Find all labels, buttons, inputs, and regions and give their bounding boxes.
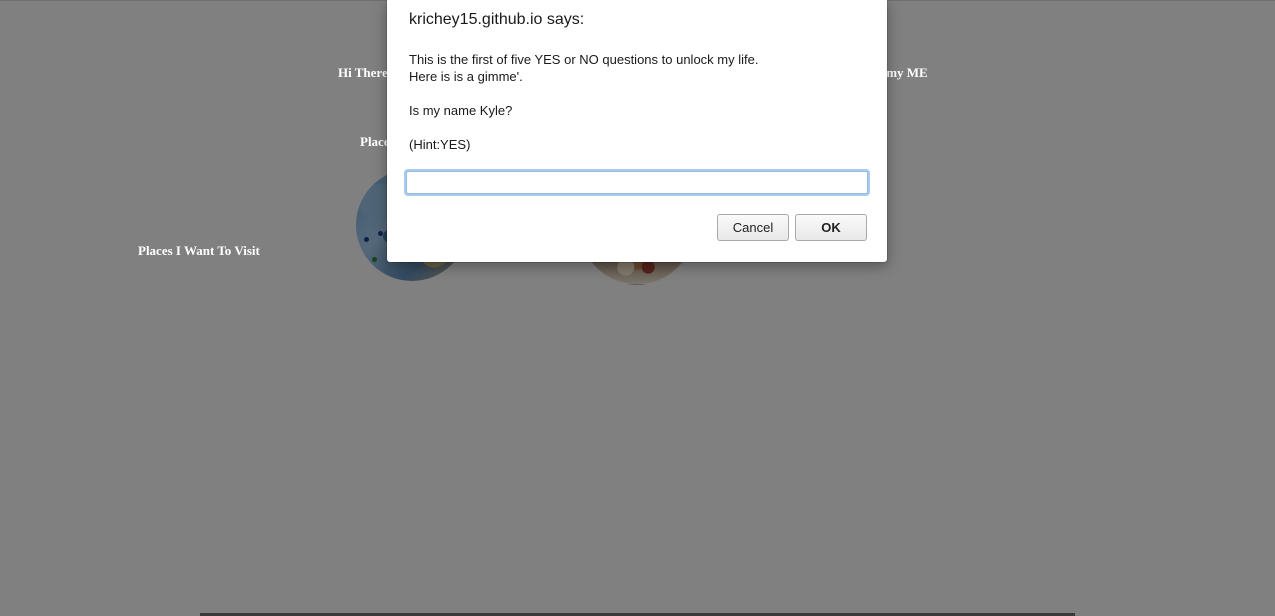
dialog-title: krichey15.github.io says: xyxy=(409,11,585,28)
message-line: Is my name Kyle? xyxy=(409,103,513,118)
ok-button[interactable]: OK xyxy=(795,214,867,241)
map-pin-icon xyxy=(364,237,369,242)
dialog-message: This is the first of five YES or NO ques… xyxy=(409,51,869,153)
message-line: (Hint:YES) xyxy=(409,137,471,152)
prompt-dialog: krichey15.github.io says: This is the fi… xyxy=(387,0,887,262)
hi-there-link[interactable]: Hi There xyxy=(338,65,388,81)
map-pin-icon xyxy=(378,231,383,236)
message-line: This is the first of five YES or NO ques… xyxy=(409,52,759,67)
message-line: Here is is a gimme'. xyxy=(409,69,523,84)
map-pin-icon xyxy=(372,257,377,262)
places-to-visit-label[interactable]: Places I Want To Visit xyxy=(138,243,260,259)
prompt-input[interactable] xyxy=(406,171,868,194)
cancel-button[interactable]: Cancel xyxy=(717,214,789,241)
